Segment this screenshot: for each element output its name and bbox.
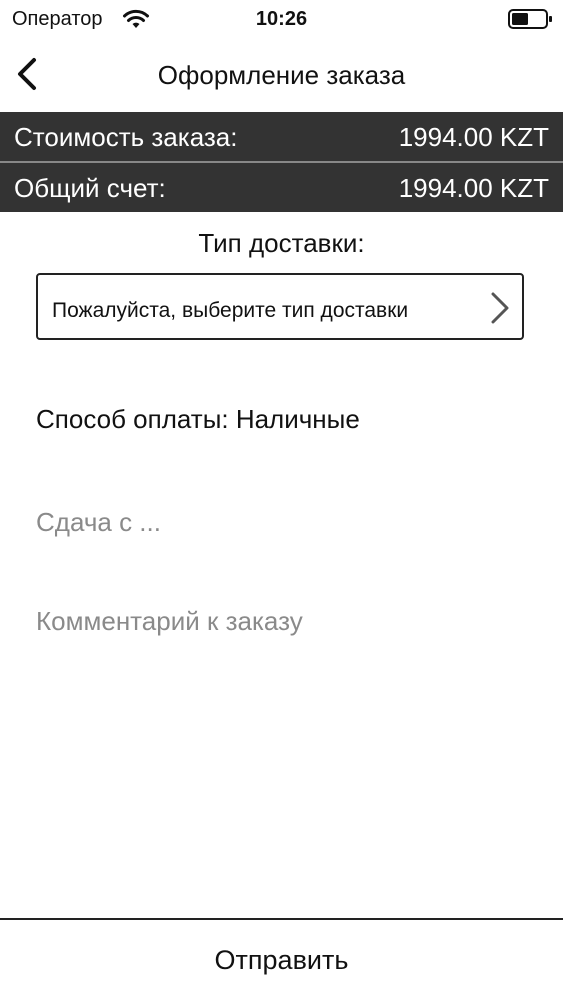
delivery-type-select-text: Пожалуйста, выберите тип доставки bbox=[52, 299, 409, 322]
order-cost-row: Стоимость заказа: 1994.00 KZT bbox=[0, 112, 563, 161]
order-cost-value: 1994.00 KZT bbox=[398, 122, 549, 152]
status-bar: Оператор 10:26 bbox=[0, 0, 563, 40]
page-title: Оформление заказа bbox=[157, 60, 406, 90]
change-amount-input[interactable] bbox=[36, 502, 526, 542]
chevron-right-icon bbox=[491, 292, 509, 324]
order-summary: Стоимость заказа: 1994.00 KZT Общий счет… bbox=[0, 112, 563, 212]
status-time: 10:26 bbox=[255, 8, 308, 30]
total-label: Общий счет: bbox=[14, 173, 166, 203]
total-row: Общий счет: 1994.00 KZT bbox=[0, 163, 563, 212]
bottom-bar: Отправить bbox=[0, 918, 563, 1000]
total-value: 1994.00 KZT bbox=[398, 173, 549, 203]
submit-button[interactable]: Отправить bbox=[0, 920, 563, 1000]
order-cost-label: Стоимость заказа: bbox=[14, 122, 238, 152]
order-comment-input[interactable] bbox=[36, 606, 526, 906]
battery-icon bbox=[508, 9, 552, 29]
payment-method[interactable]: Способ оплаты: Наличные bbox=[36, 404, 360, 435]
navigation-bar: Оформление заказа bbox=[0, 40, 563, 112]
delivery-type-select[interactable]: Пожалуйста, выберите тип доставки bbox=[36, 273, 524, 340]
delivery-type-label: Тип доставки: bbox=[198, 228, 365, 258]
